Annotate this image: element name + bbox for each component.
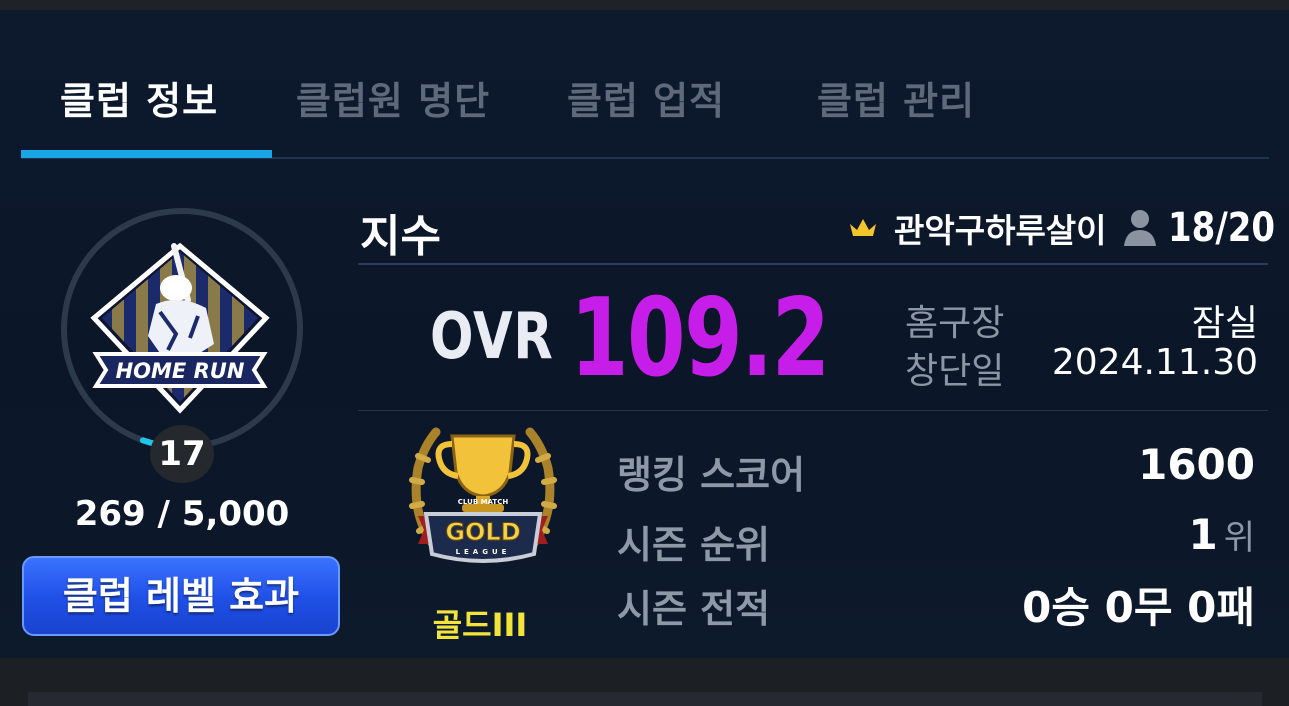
tab-club-members[interactable]: 클럽원 명단 [296, 70, 490, 125]
ovr-label: OVR [430, 300, 554, 374]
svg-text:GOLD: GOLD [445, 518, 520, 546]
club-exp-text: 269 / 5,000 [74, 494, 290, 534]
tab-club-achievements[interactable]: 클럽 업적 [567, 70, 725, 125]
season-rank: 1위 [1188, 510, 1255, 559]
ranking-score-value: 1600 [1138, 440, 1255, 489]
top-strip [0, 0, 1289, 10]
club-emblem: HOME RUN [90, 242, 270, 414]
svg-text:CLUB MATCH: CLUB MATCH [458, 498, 509, 506]
season-record-value: 0승 0무 0패 [1022, 583, 1255, 632]
member-count: 18/20 [1168, 205, 1276, 251]
person-icon [1124, 210, 1156, 246]
emblem-text: HOME RUN [116, 359, 245, 383]
svg-text:LEAGUE: LEAGUE [456, 548, 511, 556]
season-rank-label: 시즌 순위 [617, 523, 771, 567]
ovr-value: 109.2 [570, 276, 830, 401]
founded-date-value: 2024.11.30 [1051, 342, 1258, 383]
club-level-badge: 17 [150, 425, 214, 483]
next-card [28, 692, 1262, 706]
crown-icon [850, 219, 876, 236]
home-stadium-value: 잠실 [1191, 303, 1258, 344]
trophy-icon: CLUB MATCH GOLD LEAGUE [409, 427, 557, 563]
season-record-label: 시즌 전적 [617, 587, 771, 631]
active-tab-indicator [21, 150, 272, 158]
ranking-score-label: 랭킹 스코어 [617, 453, 806, 497]
home-stadium-label: 홈구장 [905, 303, 1005, 344]
tab-club-info[interactable]: 클럽 정보 [60, 70, 218, 125]
league-tier: 골드III [432, 606, 528, 644]
club-leader-name: 관악구하루살이 [894, 211, 1107, 250]
stats-divider [358, 263, 1268, 265]
club-level-effect-button[interactable]: 클럽 레벨 효과 [22, 556, 340, 636]
tab-club-management[interactable]: 클럽 관리 [817, 70, 975, 125]
founded-date-label: 창단일 [905, 351, 1005, 392]
ranking-divider [358, 410, 1268, 411]
section-title: 지수 [360, 211, 441, 262]
season-rank-unit: 위 [1223, 518, 1255, 558]
season-rank-value: 1 [1188, 510, 1218, 559]
